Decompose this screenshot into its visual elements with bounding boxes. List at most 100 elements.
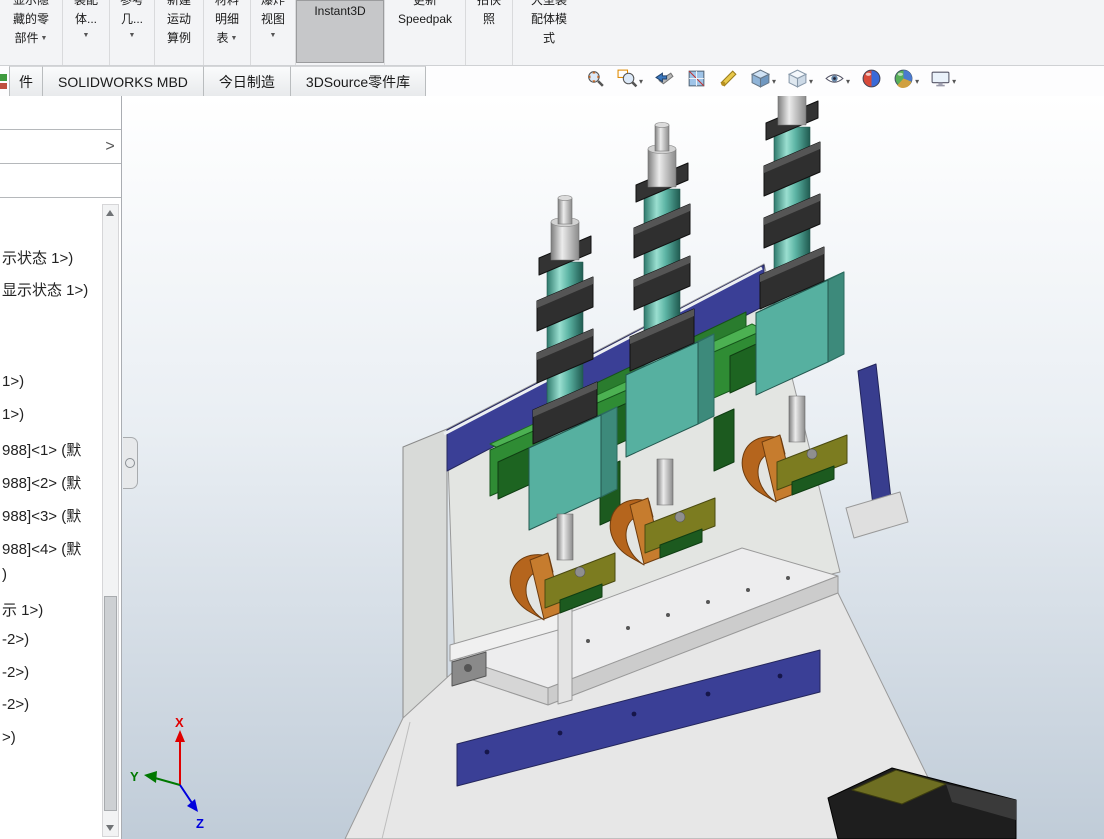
scroll-down-icon[interactable] <box>106 825 114 831</box>
ribbon-item-label: 配体模 <box>530 12 567 26</box>
scrollbar-thumb[interactable] <box>104 596 117 811</box>
previous-view-icon <box>654 68 675 94</box>
previous-view-button[interactable] <box>652 67 677 95</box>
axis-y-label: Y <box>130 769 139 784</box>
axis-z-label: Z <box>196 816 204 831</box>
dropdown-caret-icon[interactable]: ▾ <box>915 77 919 86</box>
dropdown-caret-icon: ▼ <box>82 32 90 39</box>
feature-tree-item[interactable]: 988]<4> (默 <box>2 538 102 558</box>
ribbon-item-label: 明细 <box>214 12 239 26</box>
ribbon-item-label: 照 <box>482 12 495 26</box>
dropdown-caret-icon[interactable]: ▾ <box>772 77 776 86</box>
tab-assembly-partial[interactable]: 件 <box>9 66 43 96</box>
hide-show-items-button[interactable]: ▾ <box>822 67 852 95</box>
dynamic-annotation-view-icon <box>718 68 739 94</box>
ribbon-item-label: 拍快 <box>476 0 501 7</box>
feature-tree-item[interactable]: 示状态 1>) <box>2 247 102 267</box>
ribbon-item-label: 体... <box>74 12 97 26</box>
ribbon-item-take-snapshot[interactable]: 拍快 照 <box>466 0 512 65</box>
ribbon-item-exploded-view[interactable]: 爆炸 视图 ▼ <box>251 0 295 65</box>
feature-tree-item[interactable]: -2>) <box>2 696 102 716</box>
zoom-to-fit-button[interactable] <box>583 67 608 95</box>
feature-manager-panel: > 示状态 1>) 显示状态 1>) 1>) 1>) 988]<1> (默 98… <box>0 96 122 839</box>
view-orientation-button[interactable]: ▾ <box>748 67 778 95</box>
ribbon-item-label: 视图 <box>260 12 285 26</box>
panel-splitter-handle[interactable] <box>123 437 138 489</box>
view-settings-button[interactable]: ▾ <box>928 67 958 95</box>
ribbon-item-new-motion-study[interactable]: 新建 运动 算例 <box>155 0 203 65</box>
feature-tree-item[interactable]: -2>) <box>2 631 102 651</box>
feature-tree-item[interactable]: 1>) <box>2 406 102 426</box>
ribbon-item-label: 装配 <box>73 0 98 7</box>
tab-3dsource-parts[interactable]: 3DSource零件库 <box>290 66 427 96</box>
dropdown-caret-icon: ▼ <box>230 35 238 42</box>
feature-tree-item[interactable]: -2>) <box>2 664 102 684</box>
feature-tree-item[interactable]: 988]<3> (默 <box>2 505 102 525</box>
dropdown-caret-icon[interactable]: ▾ <box>639 77 643 86</box>
ribbon-item-label: 更新 <box>412 0 437 7</box>
zoom-to-fit-icon <box>585 68 606 94</box>
feature-tree-scrollbar[interactable] <box>102 204 119 837</box>
ribbon-item-label: 大型装 <box>530 0 567 7</box>
ribbon-item-label: 藏的零 <box>12 12 49 26</box>
ribbon-item-label: 几... <box>120 12 143 26</box>
ribbon-item-label: 算例 <box>166 31 191 45</box>
zoom-to-area-icon <box>617 68 638 94</box>
feature-tree-item[interactable]: 示 1>) <box>2 599 102 619</box>
dropdown-caret-icon: ▼ <box>128 32 136 39</box>
ribbon-item-label: 材料 <box>214 0 239 7</box>
feature-tree-item[interactable]: ) <box>2 566 102 586</box>
dropdown-caret-icon[interactable]: ▾ <box>952 77 956 86</box>
feature-tree-item[interactable]: 1>) <box>2 373 102 393</box>
3d-viewport-canvas[interactable]: X Y Z <box>0 59 1104 839</box>
edit-appearance-button[interactable] <box>859 67 884 95</box>
ribbon-item-label: 爆炸 <box>260 0 285 7</box>
section-view-icon <box>686 68 707 94</box>
feature-tree-item[interactable]: 988]<1> (默 <box>2 439 102 459</box>
apply-scene-button[interactable]: ▾ <box>891 67 921 95</box>
ribbon-item-label: 参考 <box>119 0 144 7</box>
dropdown-caret-icon: ▼ <box>40 35 48 42</box>
view-orientation-icon <box>750 68 771 94</box>
scroll-up-icon[interactable] <box>106 210 114 216</box>
ribbon-item-update-speedpak[interactable]: 更新 Speedpak <box>385 0 465 65</box>
ribbon-item-label: 表 <box>216 31 229 45</box>
tab-solidworks-mbd[interactable]: SOLIDWORKS MBD <box>43 66 204 96</box>
display-style-icon <box>787 68 808 94</box>
apply-scene-icon <box>893 68 914 94</box>
ribbon-item-bill-of-materials[interactable]: 材料 明细 表 ▼ <box>204 0 250 65</box>
dropdown-caret-icon[interactable]: ▾ <box>846 77 850 86</box>
dropdown-caret-icon[interactable]: ▾ <box>809 77 813 86</box>
dynamic-annotation-view-button[interactable] <box>716 67 741 95</box>
feature-tree-item[interactable]: >) <box>2 729 102 749</box>
graphics-viewport[interactable]: X Y Z <box>0 59 1104 839</box>
axis-x-label: X <box>175 715 184 730</box>
edit-appearance-icon <box>861 68 882 94</box>
panel-collapse-arrow[interactable]: > <box>102 135 118 159</box>
ribbon-item-label: 显示隐 <box>12 0 49 7</box>
display-style-button[interactable]: ▾ <box>785 67 815 95</box>
ribbon-item-instant3d[interactable]: Instant3D <box>296 0 384 63</box>
tab-today-manufacturing[interactable]: 今日制造 <box>203 66 291 96</box>
commandmanager-tab-bar: 件 SOLIDWORKS MBD 今日制造 3DSource零件库 ▾ ▾ ▾ <box>0 66 1104 96</box>
dropdown-caret-icon: ▼ <box>269 32 277 39</box>
command-manager-ribbon: 显示隐 藏的零 部件 ▼ 装配 体... ▼ 参考 几... ▼ 新建 运动 算例… <box>0 0 1104 66</box>
feature-tree-item[interactable]: 988]<2> (默 <box>2 472 102 492</box>
ribbon-item-assembly-features[interactable]: 装配 体... ▼ <box>63 0 109 65</box>
ribbon-item-large-assembly-mode[interactable]: 大型装 配体模 式 <box>513 0 585 65</box>
ribbon-item-label: 新建 <box>166 0 191 7</box>
feature-manager-header: > <box>0 129 121 164</box>
ribbon-item-reference-geometry[interactable]: 参考 几... ▼ <box>110 0 154 65</box>
ribbon-item-label: Speedpak <box>397 12 453 26</box>
zoom-to-area-button[interactable]: ▾ <box>615 67 645 95</box>
feature-manager-filter-box <box>0 163 121 198</box>
ribbon-item-label: 式 <box>542 31 555 45</box>
ribbon-item-label: Instant3D <box>314 4 366 18</box>
assembly-tab-icon <box>0 66 9 96</box>
section-view-button[interactable] <box>684 67 709 95</box>
feature-tree-item[interactable]: 显示状态 1>) <box>2 279 102 299</box>
view-settings-icon <box>930 68 951 94</box>
ribbon-item-show-hide-components[interactable]: 显示隐 藏的零 部件 ▼ <box>0 0 62 65</box>
ribbon-item-label: 运动 <box>166 12 191 26</box>
heads-up-view-toolbar: ▾ ▾ ▾ ▾ ▾ ▾ <box>583 68 958 94</box>
